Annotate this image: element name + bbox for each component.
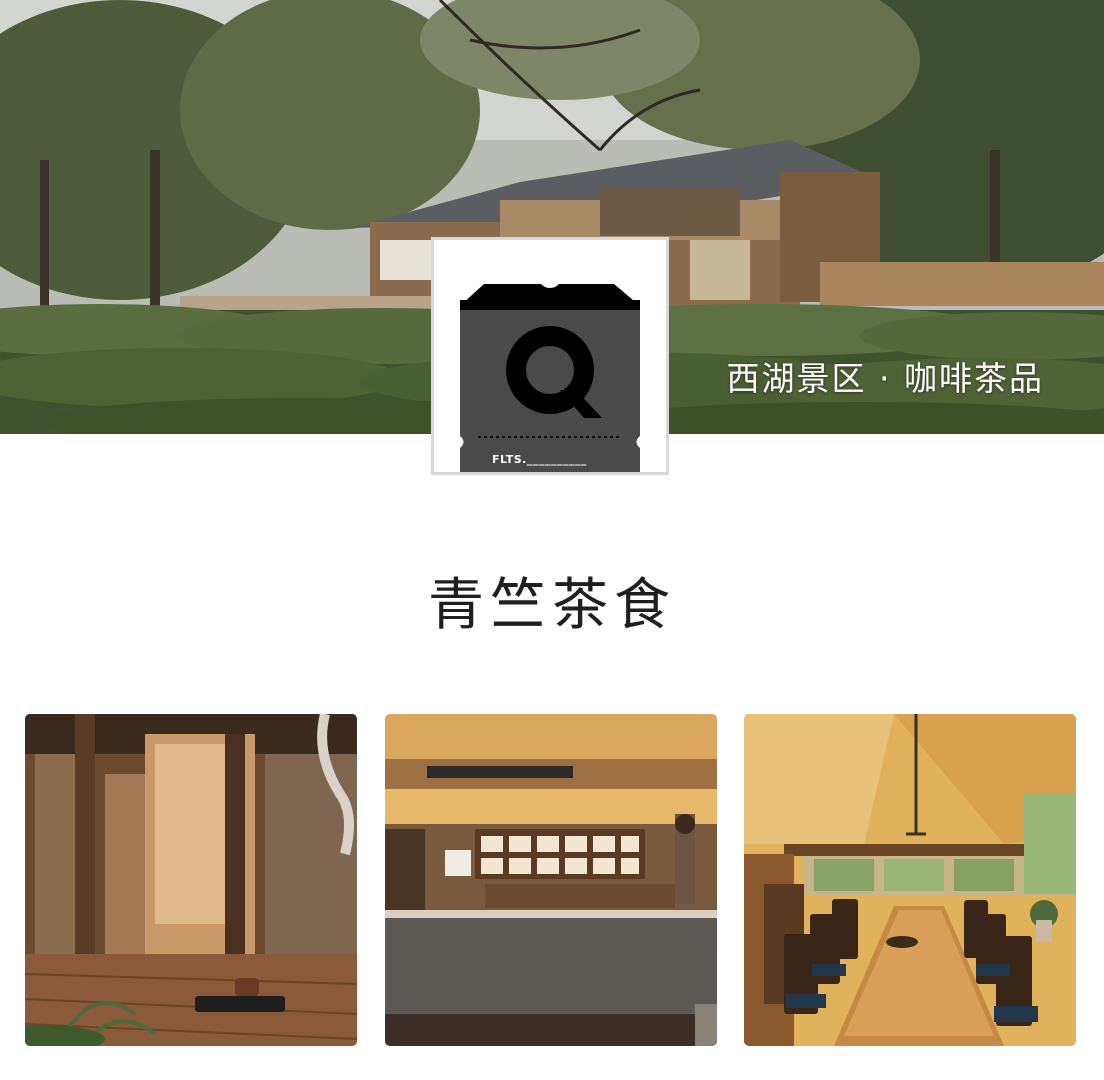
wooden-veranda-photo-icon (25, 714, 357, 1046)
shop-title: 青竺茶食 (428, 573, 676, 638)
dining-hall-photo-icon (744, 714, 1076, 1046)
hero-tagline: 西湖景区 · 咖啡茶品 (726, 359, 1044, 398)
logo-tag-text: FLTS.__________ (492, 453, 587, 466)
luggage-tag-q-logo-icon (460, 264, 640, 472)
photo-gallery (25, 714, 1077, 1046)
gallery-photo-tea-counter[interactable] (385, 714, 717, 1046)
gallery-photo-dining-hall[interactable] (744, 714, 1076, 1046)
brand-logo[interactable]: FLTS.__________ (431, 237, 669, 475)
gallery-photo-veranda[interactable] (25, 714, 357, 1046)
tea-counter-photo-icon (385, 714, 717, 1046)
